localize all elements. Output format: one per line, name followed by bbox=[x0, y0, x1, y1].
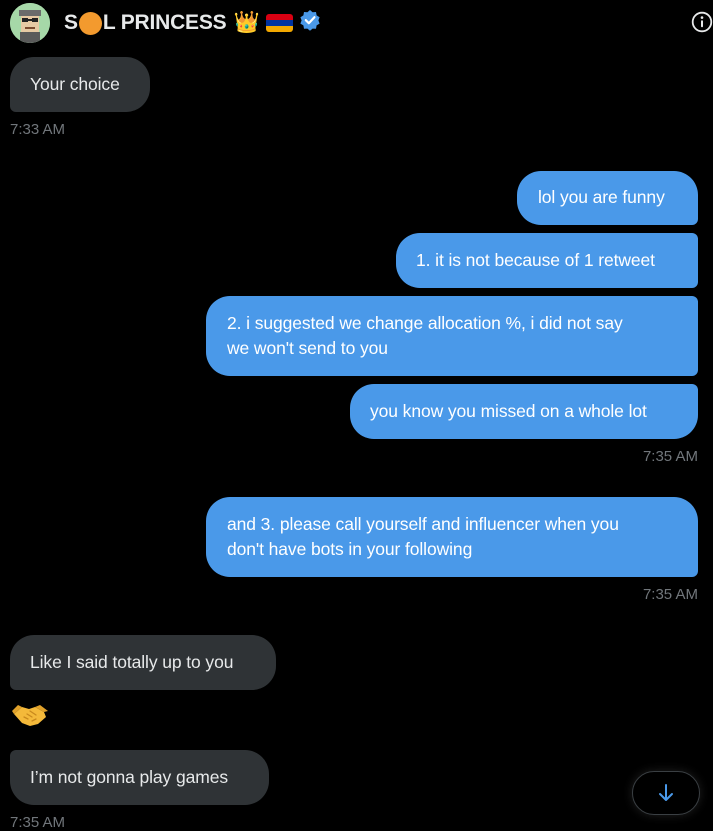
armenia-flag-icon bbox=[266, 14, 294, 32]
message-text: I’m not gonna play games bbox=[30, 767, 228, 787]
outgoing-message[interactable]: 2. i suggested we change allocation %, i… bbox=[206, 296, 698, 376]
handshake-icon bbox=[12, 705, 48, 726]
message-text: lol you are funny bbox=[538, 187, 665, 207]
message-timestamp: 7:35 AM bbox=[642, 586, 698, 603]
arrow-down-icon bbox=[659, 784, 673, 801]
message-text-line2: we won't send to you bbox=[227, 338, 388, 358]
message-text: Your choice bbox=[30, 74, 120, 94]
message-text: Like I said totally up to you bbox=[30, 652, 234, 672]
title-text-end: L PRINCESS bbox=[102, 11, 227, 34]
incoming-message[interactable]: Your choice bbox=[10, 57, 150, 112]
message-timestamp: 7:35 AM bbox=[642, 448, 698, 465]
message-text-line1: and 3. please call yourself and influenc… bbox=[227, 514, 619, 534]
handshake-emoji-message[interactable] bbox=[10, 697, 50, 735]
crown-icon: 👑 bbox=[233, 11, 260, 34]
avatar[interactable] bbox=[10, 3, 50, 43]
outgoing-message[interactable]: and 3. please call yourself and influenc… bbox=[206, 497, 698, 577]
title-text-start: S bbox=[64, 11, 78, 34]
message-timestamp: 7:33 AM bbox=[10, 121, 66, 138]
info-icon[interactable] bbox=[691, 11, 713, 33]
message-text: you know you missed on a whole lot bbox=[370, 401, 647, 421]
outgoing-message[interactable]: lol you are funny bbox=[517, 171, 698, 225]
conversation-title[interactable]: S L PRINCESS 👑 bbox=[64, 9, 321, 37]
outgoing-message[interactable]: 1. it is not because of 1 retweet bbox=[396, 233, 698, 288]
message-text-line2: don't have bots in your following bbox=[227, 539, 473, 559]
conversation-header: S L PRINCESS 👑 bbox=[0, 0, 713, 46]
outgoing-message[interactable]: you know you missed on a whole lot bbox=[350, 384, 698, 439]
message-text: 1. it is not because of 1 retweet bbox=[416, 250, 655, 270]
incoming-message[interactable]: Like I said totally up to you bbox=[10, 635, 276, 690]
message-timestamp: 7:35 AM bbox=[10, 814, 66, 831]
orange-circle-icon bbox=[78, 11, 102, 35]
incoming-message[interactable]: I’m not gonna play games bbox=[10, 750, 269, 805]
verified-badge-icon bbox=[299, 9, 321, 37]
scroll-to-bottom-button[interactable] bbox=[632, 771, 700, 815]
pixel-avatar-icon bbox=[10, 3, 50, 43]
message-text-line1: 2. i suggested we change allocation %, i… bbox=[227, 313, 623, 333]
